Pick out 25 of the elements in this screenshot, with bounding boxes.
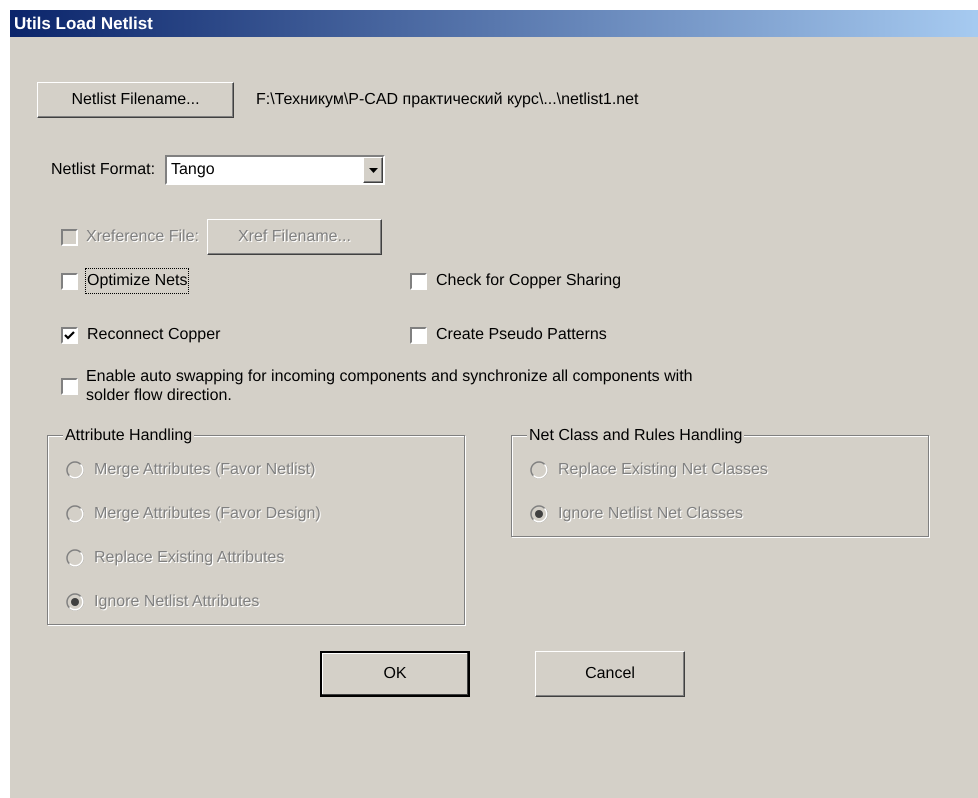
radio-label: Merge Attributes (Favor Design) bbox=[94, 504, 321, 524]
checkbox[interactable] bbox=[61, 272, 78, 290]
checkbox[interactable] bbox=[61, 326, 78, 344]
radio-label: Replace Existing Net Classes bbox=[558, 460, 768, 480]
checkbox[interactable] bbox=[61, 378, 78, 394]
option-label: Create Pseudo Patterns bbox=[435, 325, 608, 345]
filename-path: F:\Техникум\P-CAD практический курс\...\netlist1.net bbox=[256, 90, 638, 110]
auto-swap-label: Enable auto swapping for incoming components and synchronize all components with solder flow direction. bbox=[86, 367, 694, 405]
option-label: Check for Copper Sharing bbox=[435, 271, 622, 291]
format-label: Netlist Format: bbox=[51, 160, 156, 180]
cancel-button[interactable]: Cancel bbox=[535, 651, 685, 697]
radio-label: Ignore Netlist Attributes bbox=[94, 592, 260, 612]
filename-button[interactable]: Netlist Filename... bbox=[37, 82, 234, 118]
radio-label: Merge Attributes (Favor Netlist) bbox=[94, 460, 316, 480]
checkbox[interactable] bbox=[410, 326, 427, 344]
ok-button[interactable]: OK bbox=[320, 651, 470, 697]
check-icon bbox=[64, 330, 75, 340]
window-title: Utils Load Netlist bbox=[14, 12, 153, 35]
option-label: Optimize Nets bbox=[86, 269, 188, 293]
xref-label: Xreference File: bbox=[86, 227, 199, 247]
checkbox[interactable] bbox=[410, 272, 427, 290]
option-label: Reconnect Copper bbox=[86, 325, 222, 345]
radio-label: Replace Existing Attributes bbox=[94, 548, 284, 568]
format-dropdown[interactable]: Tango bbox=[165, 155, 386, 185]
radio-label: Ignore Netlist Net Classes bbox=[558, 504, 743, 524]
